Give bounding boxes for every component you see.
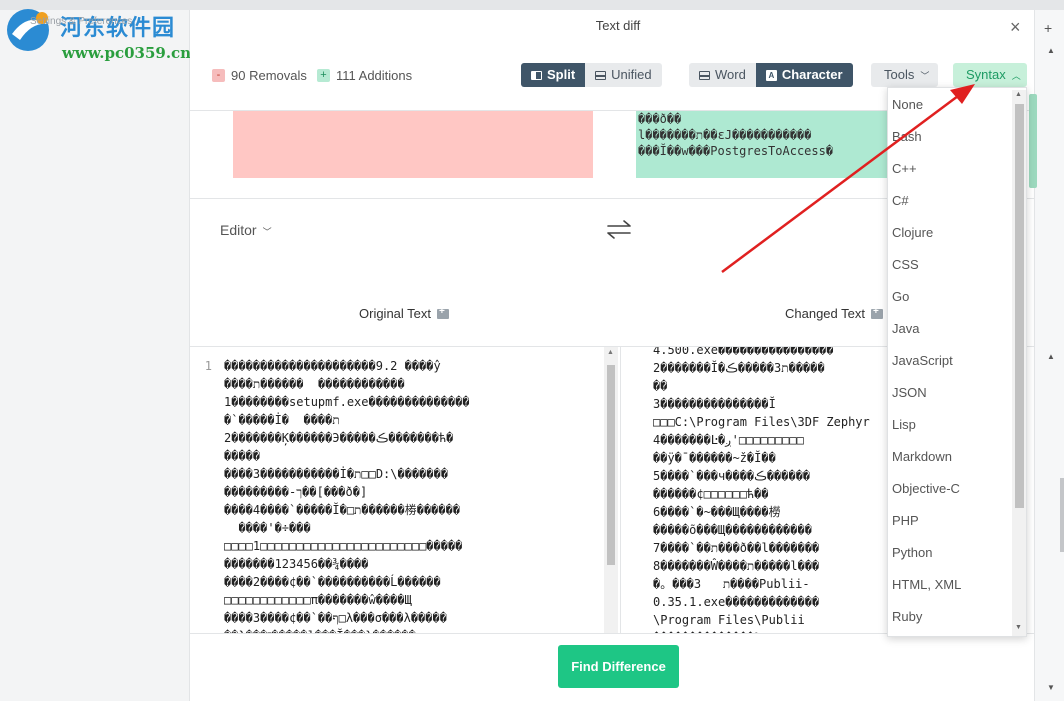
syntax-option-json[interactable]: JSON xyxy=(892,385,927,400)
scroll-down-icon[interactable]: ▼ xyxy=(1015,624,1022,631)
removals-count: - 90 Removals xyxy=(212,68,307,83)
syntax-dropdown-scrollbar[interactable]: ▲ ▼ xyxy=(1012,90,1026,636)
syntax-option-javascript[interactable]: JavaScript xyxy=(892,353,953,368)
tools-label: Tools xyxy=(884,67,915,82)
syntax-dropdown-scroll-thumb[interactable] xyxy=(1015,104,1024,508)
word-diff-button[interactable]: Word xyxy=(689,63,756,87)
diff-level-toggle: Word A Character xyxy=(689,63,853,87)
minus-icon: - xyxy=(212,69,225,82)
chevron-down-icon: ﹀ xyxy=(262,227,272,237)
background-breadcrumb: Settings & Preferences xyxy=(30,16,133,27)
original-text-title: Original Text xyxy=(359,306,432,321)
tools-dropdown-button[interactable]: Tools ﹀ xyxy=(871,63,938,87)
split-view-button[interactable]: Split xyxy=(521,63,586,87)
scroll-down-icon[interactable]: ▼ xyxy=(1047,683,1055,692)
syntax-option-bash[interactable]: Bash xyxy=(892,129,922,144)
original-text-content[interactable]: ���������������������9.2 ����ŷ ����ת����… xyxy=(224,357,606,633)
syntax-dropdown-menu: None Bash C++ C# Clojure CSS Go Java Jav… xyxy=(887,87,1027,637)
removals-label: 90 Removals xyxy=(231,68,307,83)
split-view-icon xyxy=(531,70,542,80)
scroll-up-icon[interactable]: ▲ xyxy=(607,349,614,356)
plus-icon: + xyxy=(317,69,330,82)
character-icon: A xyxy=(765,69,777,81)
swap-icon[interactable] xyxy=(604,218,634,240)
syntax-option-objective-c[interactable]: Objective-C xyxy=(892,481,960,496)
original-text-scrollbar[interactable]: ▲ xyxy=(604,347,618,633)
background-app-pane xyxy=(0,0,190,701)
dialog-title: Text diff xyxy=(595,18,641,33)
word-icon xyxy=(699,70,710,80)
syntax-option-php[interactable]: PHP xyxy=(892,513,919,528)
close-icon[interactable]: × xyxy=(1010,17,1021,38)
changed-text-editor[interactable]: 4.500.exe���������������� 2�������Ĭ�ת3��… xyxy=(620,347,888,633)
scroll-up-icon[interactable]: ▲ xyxy=(1047,46,1055,55)
line-number: 1 xyxy=(204,359,212,373)
view-mode-toggle: Split Unified xyxy=(521,63,662,87)
syntax-dropdown-button[interactable]: Syntax ︿ xyxy=(953,63,1027,87)
syntax-option-java[interactable]: Java xyxy=(892,321,919,336)
scroll-up-icon[interactable]: ▲ xyxy=(1015,91,1022,98)
split-label: Split xyxy=(547,67,576,82)
syntax-option-cpp[interactable]: C++ xyxy=(892,161,917,176)
open-file-icon[interactable] xyxy=(871,306,883,319)
changed-text-title: Changed Text xyxy=(785,306,865,321)
character-label: Character xyxy=(781,67,843,82)
unified-label: Unified xyxy=(611,67,652,82)
syntax-option-go[interactable]: Go xyxy=(892,289,909,304)
editor-label: Editor xyxy=(220,222,257,238)
unified-view-icon xyxy=(595,70,607,80)
chevron-down-icon: ﹀ xyxy=(920,71,930,81)
syntax-option-css[interactable]: CSS xyxy=(892,257,919,272)
editor-dropdown[interactable]: Editor ﹀ xyxy=(220,222,272,238)
diff-preview-scroll-thumb[interactable] xyxy=(1029,94,1037,188)
syntax-option-html-xml[interactable]: HTML, XML xyxy=(892,577,961,592)
removed-highlight xyxy=(233,111,593,178)
syntax-option-python[interactable]: Python xyxy=(892,545,932,560)
original-text-header: Original Text xyxy=(359,306,450,321)
watermark-url: www.pc0359.cn xyxy=(62,44,192,62)
open-file-icon[interactable] xyxy=(437,306,450,319)
character-diff-button[interactable]: A Character xyxy=(755,63,853,87)
add-icon[interactable]: + xyxy=(1044,20,1052,36)
unified-view-button[interactable]: Unified xyxy=(585,63,662,87)
watermark-logo xyxy=(7,9,49,51)
syntax-option-csharp[interactable]: C# xyxy=(892,193,909,208)
syntax-option-clojure[interactable]: Clojure xyxy=(892,225,933,240)
added-highlight: ���ð�� l�������ת��ɛJ����������� ���Ĭ��w�… xyxy=(636,111,892,178)
diff-preview-scrollbar[interactable] xyxy=(1028,94,1038,188)
syntax-option-none[interactable]: None xyxy=(892,97,923,112)
chevron-up-icon: ︿ xyxy=(1011,71,1021,81)
original-scroll-thumb[interactable] xyxy=(607,365,615,565)
syntax-label: Syntax xyxy=(966,67,1006,82)
original-text-editor[interactable]: 1 ���������������������9.2 ����ŷ ����ת��… xyxy=(190,347,620,633)
additions-count: + 111 Additions xyxy=(317,68,412,83)
changed-text-content[interactable]: 4.500.exe���������������� 2�������Ĭ�ת3��… xyxy=(653,347,888,633)
page-scroll-thumb[interactable] xyxy=(1060,478,1064,552)
top-strip xyxy=(0,0,1064,10)
find-difference-button[interactable]: Find Difference xyxy=(558,645,679,688)
word-label: Word xyxy=(715,67,746,82)
syntax-option-markdown[interactable]: Markdown xyxy=(892,449,952,464)
additions-label: 111 Additions xyxy=(336,68,413,83)
scroll-up-icon[interactable]: ▲ xyxy=(1047,352,1055,361)
syntax-option-lisp[interactable]: Lisp xyxy=(892,417,916,432)
changed-text-header: Changed Text xyxy=(785,306,883,321)
syntax-option-ruby[interactable]: Ruby xyxy=(892,609,922,624)
